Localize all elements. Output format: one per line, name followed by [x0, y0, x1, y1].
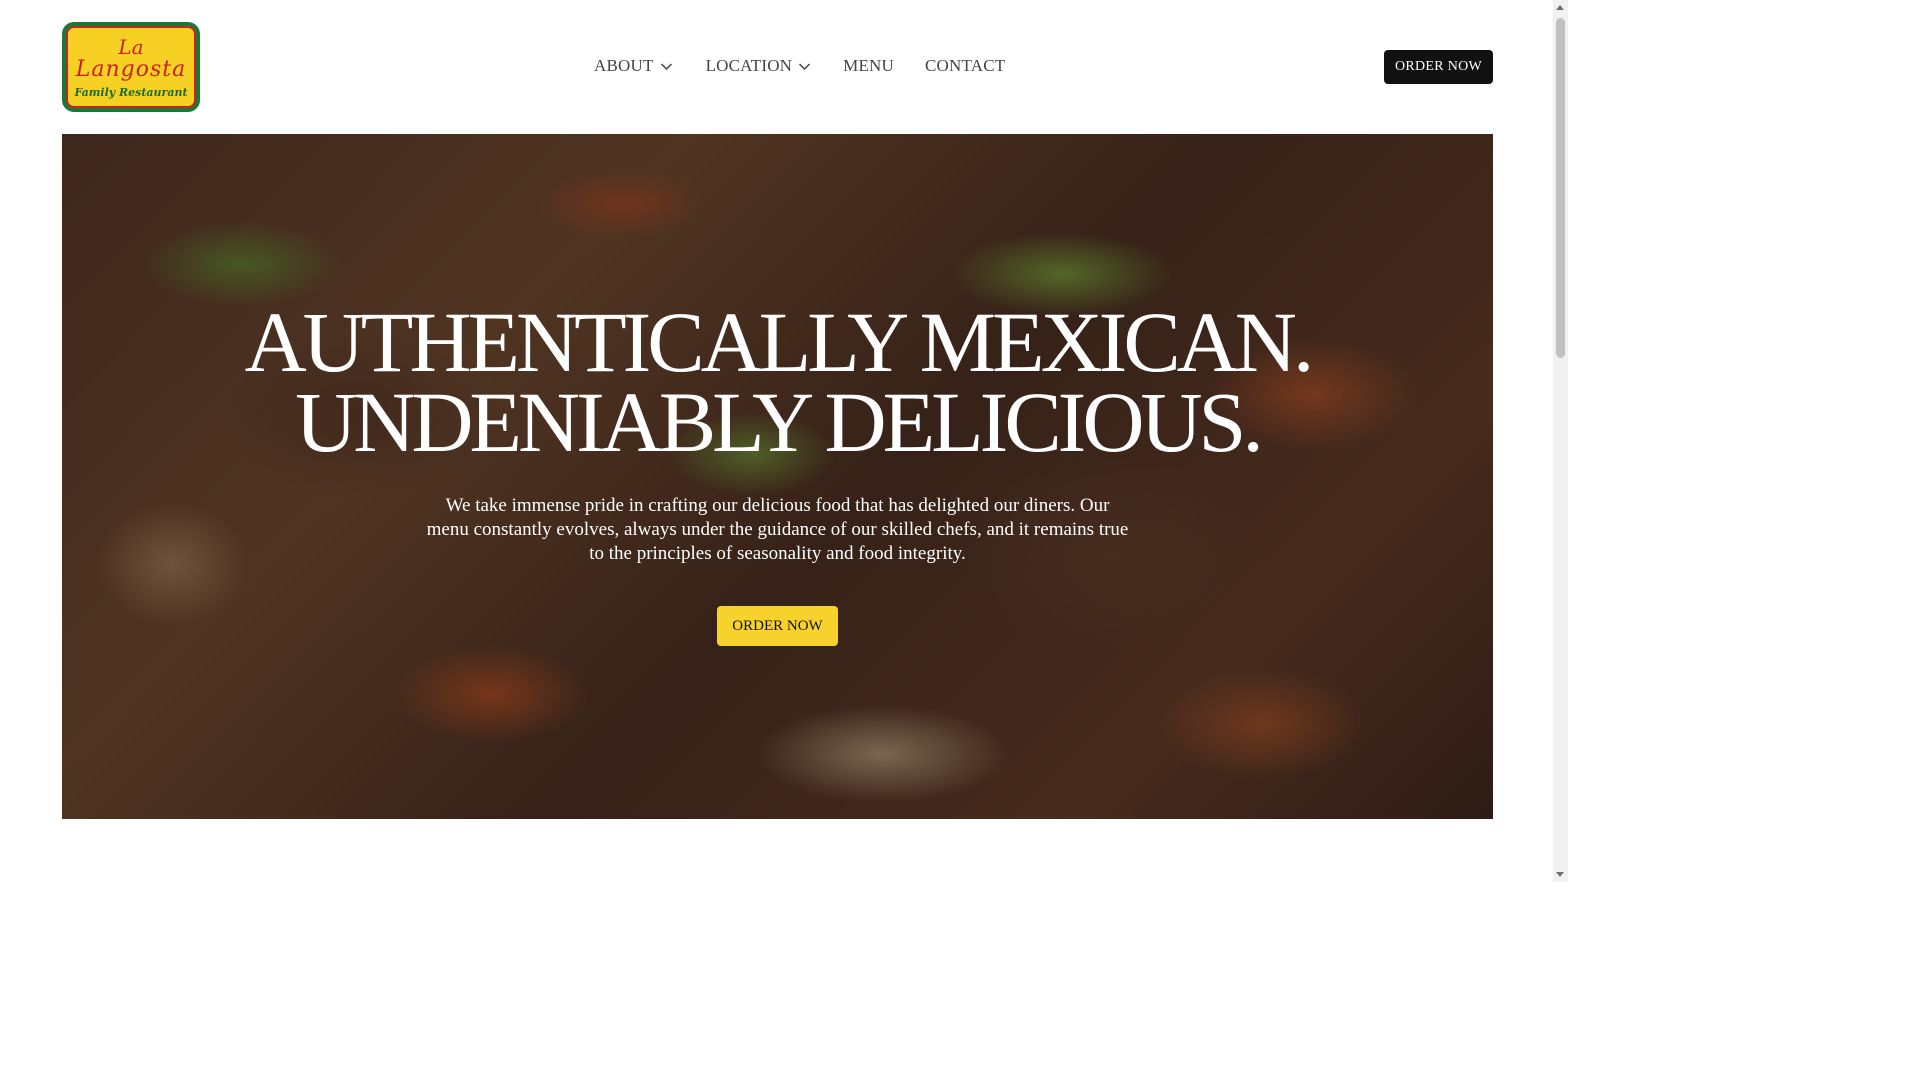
nav-item-about[interactable]: ABOUT [594, 56, 673, 76]
header-order-now-button[interactable]: ORDER NOW [1384, 50, 1493, 84]
hero-order-now-button[interactable]: ORDER NOW [717, 606, 838, 646]
scroll-down-arrow-icon[interactable] [1556, 872, 1564, 877]
logo-text-langosta: Langosta [75, 56, 187, 82]
nav-item-contact[interactable]: CONTACT [925, 56, 1005, 76]
nav-item-menu[interactable]: MENU [843, 56, 894, 76]
chevron-down-icon [660, 62, 672, 70]
restaurant-logo[interactable]: La Langosta Family Restaurant [62, 22, 200, 112]
hero-headline-line1: AUTHENTICALLY MEXICAN. [244, 294, 1315, 390]
logo-text-tagline: Family Restaurant [74, 85, 188, 99]
nav-item-label: ABOUT [594, 56, 654, 75]
hero-description: We take immense pride in crafting our de… [426, 495, 1129, 564]
page-scrollbar[interactable] [1553, 0, 1568, 882]
chevron-down-icon [799, 62, 811, 70]
logo-badge: La Langosta Family Restaurant [66, 26, 196, 108]
scrollbar-thumb[interactable] [1556, 18, 1565, 358]
hero-banner: AUTHENTICALLY MEXICAN. UNDENIABLY DELICI… [62, 134, 1493, 819]
scroll-up-arrow-icon[interactable] [1556, 5, 1564, 10]
logo-text-la: La [118, 34, 144, 59]
main-nav: ABOUT LOCATION MENU CONTACT [594, 54, 1005, 78]
nav-item-label: CONTACT [925, 56, 1006, 75]
nav-item-location[interactable]: LOCATION [706, 56, 812, 76]
hero-content: AUTHENTICALLY MEXICAN. UNDENIABLY DELICI… [62, 134, 1493, 819]
nav-item-label: MENU [843, 56, 895, 75]
nav-item-label: LOCATION [705, 56, 793, 75]
hero-headline-line2: UNDENIABLY DELICIOUS. [295, 374, 1264, 470]
